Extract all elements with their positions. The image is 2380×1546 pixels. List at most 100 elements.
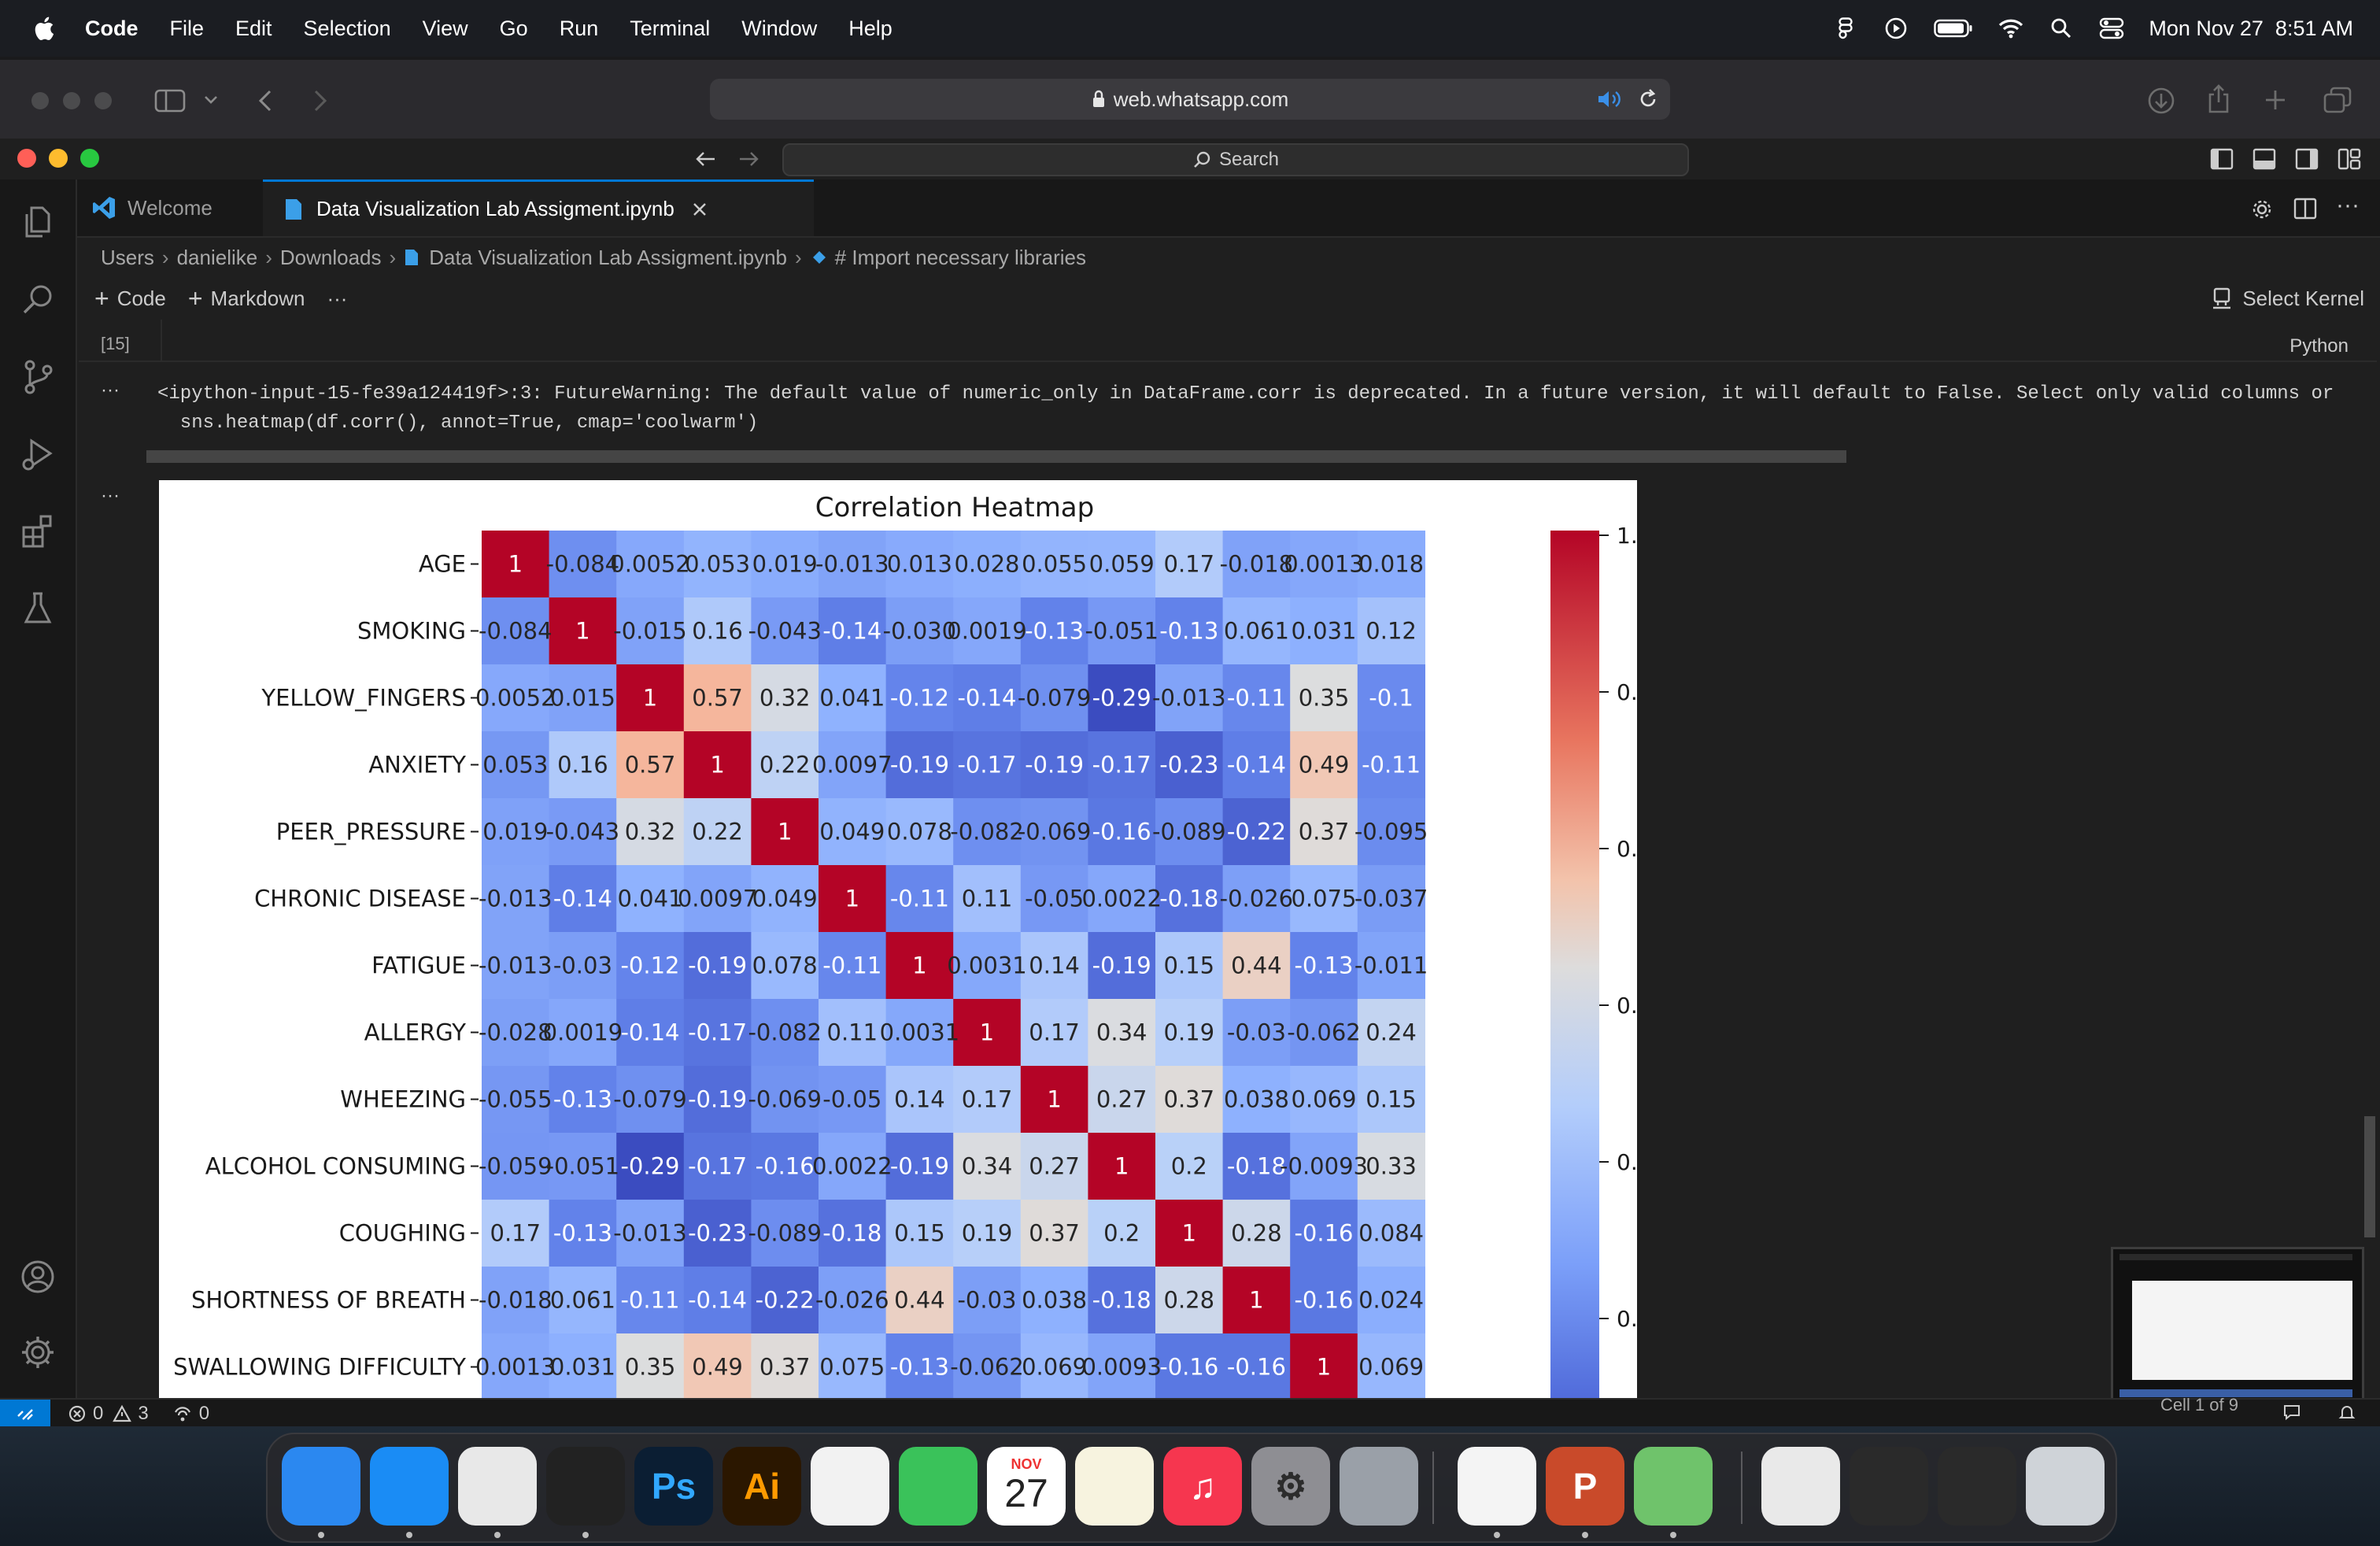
dock-facetime-icon[interactable] <box>899 1447 978 1526</box>
figma-status-icon[interactable] <box>1832 17 1859 40</box>
menu-selection[interactable]: Selection <box>304 17 391 41</box>
tab-overview-icon[interactable] <box>2323 87 2352 113</box>
dock-vscode-icon[interactable] <box>1458 1447 1536 1526</box>
toggle-primary-sidebar-icon[interactable] <box>2210 148 2234 170</box>
downloads-icon[interactable] <box>2147 87 2175 115</box>
notifications-bell-icon[interactable] <box>2338 1403 2356 1422</box>
explorer-icon[interactable] <box>19 203 57 241</box>
vscode-zoom-button[interactable] <box>80 149 99 168</box>
more-actions-icon[interactable]: ··· <box>2336 192 2360 219</box>
dock-chrome-icon[interactable] <box>458 1447 537 1526</box>
reload-icon[interactable] <box>1637 88 1659 110</box>
spotlight-search-icon[interactable] <box>2048 17 2075 40</box>
breadcrumb-danielike[interactable]: danielike <box>177 246 258 270</box>
split-editor-icon[interactable] <box>2293 197 2317 220</box>
tab-welcome[interactable]: Welcome <box>77 179 264 236</box>
output-actions-button[interactable]: ··· <box>101 485 120 507</box>
select-kernel-button[interactable]: Select Kernel <box>2242 287 2364 311</box>
warning-icon[interactable] <box>113 1404 132 1423</box>
customize-layout-icon[interactable] <box>2338 148 2361 170</box>
feedback-icon[interactable] <box>2282 1403 2301 1422</box>
close-icon[interactable] <box>690 200 709 219</box>
warning-count[interactable]: 3 <box>138 1403 148 1425</box>
menu-file[interactable]: File <box>170 17 205 41</box>
dock-launchpad-icon[interactable] <box>1340 1447 1418 1526</box>
sidebar-toggle-icon[interactable] <box>154 88 186 113</box>
menu-run[interactable]: Run <box>560 17 599 41</box>
error-count[interactable]: 0 <box>93 1403 103 1425</box>
window-zoom-button[interactable] <box>94 92 112 109</box>
dock-notes-icon[interactable] <box>1075 1447 1154 1526</box>
url-bar[interactable]: web.whatsapp.com <box>710 79 1670 120</box>
window-minimize-button[interactable] <box>63 92 80 109</box>
breadcrumb-downloads[interactable]: Downloads <box>280 246 382 270</box>
search-icon[interactable] <box>19 280 57 318</box>
dock-safari-icon[interactable] <box>370 1447 449 1526</box>
tab-notebook[interactable]: Data Visualization Lab Assigment.ipynb <box>263 179 814 236</box>
media-play-icon[interactable] <box>1883 17 1909 40</box>
audio-playing-icon[interactable] <box>1596 88 1623 110</box>
chevron-down-icon[interactable] <box>203 94 219 105</box>
vscode-minimize-button[interactable] <box>49 149 68 168</box>
remote-indicator[interactable] <box>0 1400 50 1428</box>
output-horizontal-scrollbar[interactable] <box>146 450 1846 463</box>
menu-terminal[interactable]: Terminal <box>630 17 710 41</box>
breadcrumb-users[interactable]: Users <box>101 246 154 270</box>
menu-edit[interactable]: Edit <box>235 17 272 41</box>
cell-language[interactable]: Python <box>2289 335 2349 357</box>
manage-gear-icon[interactable] <box>19 1333 57 1371</box>
dock-photos-icon[interactable] <box>811 1447 889 1526</box>
menu-go[interactable]: Go <box>500 17 528 41</box>
toolbar-more-button[interactable]: ··· <box>327 287 347 311</box>
window-thumbnail[interactable] <box>2111 1247 2364 1414</box>
dock-system-settings-icon[interactable]: ⚙ <box>1251 1447 1330 1526</box>
share-icon[interactable] <box>2207 83 2230 115</box>
ports-icon[interactable] <box>172 1404 193 1423</box>
dock-screenshot-window-2-icon[interactable] <box>1938 1447 2016 1526</box>
dock-photoshop-icon[interactable]: Ps <box>634 1447 713 1526</box>
error-icon[interactable] <box>68 1404 87 1423</box>
accounts-icon[interactable] <box>19 1258 57 1296</box>
dock-finder-icon[interactable] <box>282 1447 360 1526</box>
forward-arrow-icon[interactable] <box>737 148 760 170</box>
dock-powerpoint-icon[interactable]: P <box>1546 1447 1624 1526</box>
new-tab-icon[interactable] <box>2264 88 2287 112</box>
back-arrow-icon[interactable] <box>257 88 274 113</box>
dock-illustrator-icon[interactable]: Ai <box>722 1447 801 1526</box>
apple-icon[interactable] <box>31 15 55 42</box>
dock-document-preview-icon[interactable] <box>1761 1447 1840 1526</box>
menu-view[interactable]: View <box>423 17 468 41</box>
wifi-icon[interactable] <box>1998 17 2024 40</box>
command-center-search[interactable]: Search <box>782 143 1689 176</box>
dock-screenshot-window-1-icon[interactable] <box>1850 1447 1928 1526</box>
menu-help[interactable]: Help <box>848 17 893 41</box>
dock-figma-icon[interactable] <box>546 1447 625 1526</box>
window-close-button[interactable] <box>31 92 49 109</box>
dock-3d-viewer-icon[interactable] <box>1634 1447 1713 1526</box>
battery-icon[interactable] <box>1933 17 1974 40</box>
back-arrow-icon[interactable] <box>694 148 718 170</box>
dock-music-icon[interactable]: ♫ <box>1163 1447 1242 1526</box>
forward-arrow-icon[interactable] <box>312 88 329 113</box>
output-actions-button[interactable]: ··· <box>101 379 120 401</box>
source-control-icon[interactable] <box>19 357 57 395</box>
extensions-icon[interactable] <box>19 512 57 549</box>
menu-window[interactable]: Window <box>741 17 817 41</box>
ports-count[interactable]: 0 <box>199 1403 209 1425</box>
settings-gear-icon[interactable] <box>2249 197 2275 222</box>
add-markdown-cell-button[interactable]: Markdown <box>211 287 305 311</box>
toggle-panel-icon[interactable] <box>2252 148 2276 170</box>
vscode-close-button[interactable] <box>17 149 36 168</box>
dock-trash-icon[interactable] <box>2026 1447 2105 1526</box>
menu-app-name[interactable]: Code <box>85 17 139 41</box>
add-code-cell-button[interactable]: Code <box>117 287 166 311</box>
breadcrumb-cell[interactable]: # Import necessary libraries <box>835 246 1086 270</box>
toggle-secondary-sidebar-icon[interactable] <box>2295 148 2319 170</box>
clock[interactable]: Mon Nov 27 8:51 AM <box>2149 17 2353 41</box>
dock-calendar-icon[interactable]: NOV 27 <box>987 1447 1066 1526</box>
control-center-icon[interactable] <box>2098 17 2125 40</box>
notebook-vertical-scrollbar[interactable] <box>2364 1116 2375 1237</box>
testing-flask-icon[interactable] <box>19 589 57 627</box>
cell-position-indicator[interactable]: Cell 1 of 9 <box>2160 1395 2238 1415</box>
breadcrumb-file[interactable]: Data Visualization Lab Assigment.ipynb <box>429 246 787 270</box>
